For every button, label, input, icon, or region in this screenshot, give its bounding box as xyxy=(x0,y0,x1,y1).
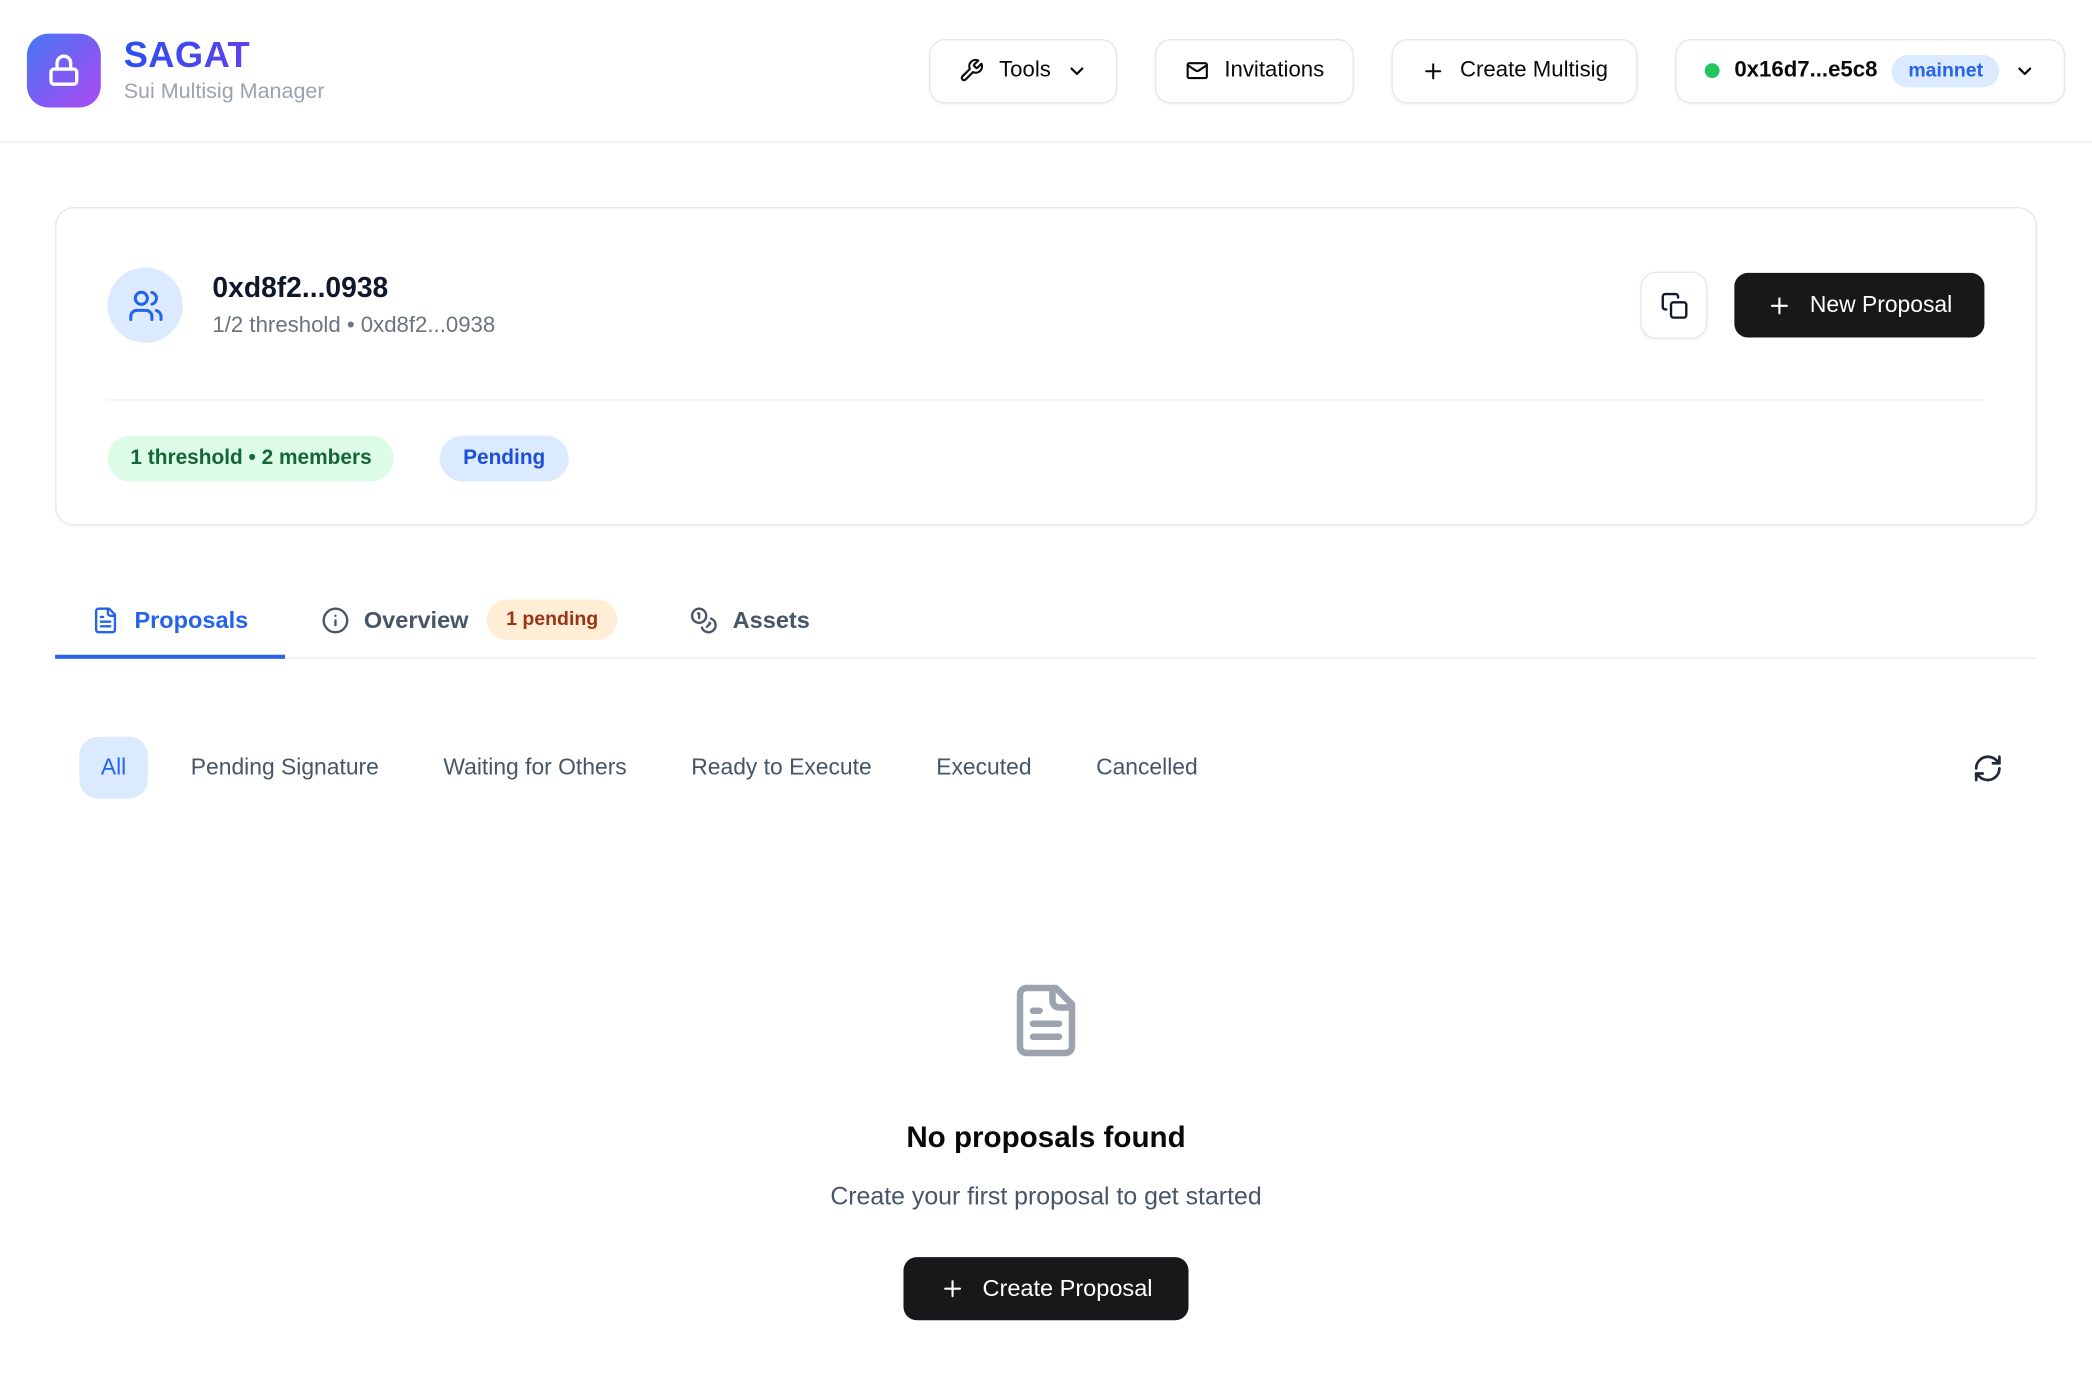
tab-proposals[interactable]: Proposals xyxy=(55,585,284,659)
filter-waiting-for-others[interactable]: Waiting for Others xyxy=(422,737,648,799)
create-multisig-label: Create Multisig xyxy=(1460,58,1608,84)
filter-executed[interactable]: Executed xyxy=(915,737,1053,799)
new-proposal-button[interactable]: New Proposal xyxy=(1735,273,1985,338)
coins-icon xyxy=(690,606,718,634)
copy-icon xyxy=(1660,291,1688,319)
connection-status-dot xyxy=(1705,63,1720,78)
status-badge: Pending xyxy=(440,436,568,482)
wallet-address: 0x16d7...e5c8 xyxy=(1734,58,1877,84)
multisig-title: 0xd8f2...0938 xyxy=(212,271,495,305)
filter-ready-to-execute[interactable]: Ready to Execute xyxy=(670,737,893,799)
card-divider xyxy=(108,399,1985,400)
multisig-avatar xyxy=(108,268,183,343)
wallet-button[interactable]: 0x16d7...e5c8 mainnet xyxy=(1675,38,2065,103)
document-icon xyxy=(1007,981,1085,1059)
tab-proposals-label: Proposals xyxy=(134,606,248,634)
create-proposal-label: Create Proposal xyxy=(982,1275,1152,1303)
refresh-icon xyxy=(1972,752,2010,783)
create-proposal-button[interactable]: Create Proposal xyxy=(903,1257,1189,1320)
empty-state: No proposals found Create your first pro… xyxy=(55,981,2037,1320)
wrench-icon xyxy=(959,58,985,84)
copy-address-button[interactable] xyxy=(1640,272,1707,339)
create-multisig-button[interactable]: Create Multisig xyxy=(1391,38,1637,103)
plus-icon xyxy=(1767,292,1793,318)
header-actions: Tools Invitations Create Multisig xyxy=(929,38,2065,103)
network-badge: mainnet xyxy=(1892,54,1999,86)
empty-state-subtitle: Create your first proposal to get starte… xyxy=(55,1182,2037,1212)
tab-bar: Proposals Overview 1 pending Assets xyxy=(55,585,2037,659)
tools-button[interactable]: Tools xyxy=(929,38,1117,103)
refresh-button[interactable] xyxy=(1964,741,2018,795)
brand: SAGAT Sui Multisig Manager xyxy=(27,34,325,108)
main-content: 0xd8f2...0938 1/2 threshold • 0xd8f2...0… xyxy=(55,207,2037,1320)
lock-icon xyxy=(46,52,82,88)
mail-icon xyxy=(1184,58,1210,84)
page: SAGAT Sui Multisig Manager Tools xyxy=(0,0,2092,1373)
filter-pending-signature[interactable]: Pending Signature xyxy=(169,737,400,799)
status-filter-bar: All Pending Signature Waiting for Others… xyxy=(55,737,2037,799)
chevron-down-icon xyxy=(1066,60,1088,82)
multisig-subtitle: 1/2 threshold • 0xd8f2...0938 xyxy=(212,313,495,339)
invitations-label: Invitations xyxy=(1224,58,1324,84)
tab-overview[interactable]: Overview 1 pending xyxy=(285,585,654,659)
tab-overview-label: Overview xyxy=(364,606,469,634)
users-icon xyxy=(127,287,163,323)
plus-icon xyxy=(1421,58,1445,82)
multisig-card: 0xd8f2...0938 1/2 threshold • 0xd8f2...0… xyxy=(55,207,2037,526)
plus-icon xyxy=(939,1276,965,1302)
tab-assets[interactable]: Assets xyxy=(653,585,846,659)
pending-count-badge: 1 pending xyxy=(487,600,617,640)
tab-assets-label: Assets xyxy=(733,606,810,634)
tools-label: Tools xyxy=(999,58,1051,84)
empty-state-title: No proposals found xyxy=(55,1120,2037,1155)
chevron-down-icon xyxy=(2014,60,2036,82)
app-tagline: Sui Multisig Manager xyxy=(124,80,325,104)
info-icon xyxy=(321,606,349,634)
members-badge: 1 threshold • 2 members xyxy=(108,436,395,482)
file-text-icon xyxy=(91,606,119,634)
app-name: SAGAT xyxy=(124,37,325,77)
app-logo xyxy=(27,34,101,108)
filter-cancelled[interactable]: Cancelled xyxy=(1075,737,1220,799)
new-proposal-label: New Proposal xyxy=(1810,292,1952,319)
filter-all[interactable]: All xyxy=(79,737,147,799)
header: SAGAT Sui Multisig Manager Tools xyxy=(0,0,2092,143)
invitations-button[interactable]: Invitations xyxy=(1154,38,1353,103)
